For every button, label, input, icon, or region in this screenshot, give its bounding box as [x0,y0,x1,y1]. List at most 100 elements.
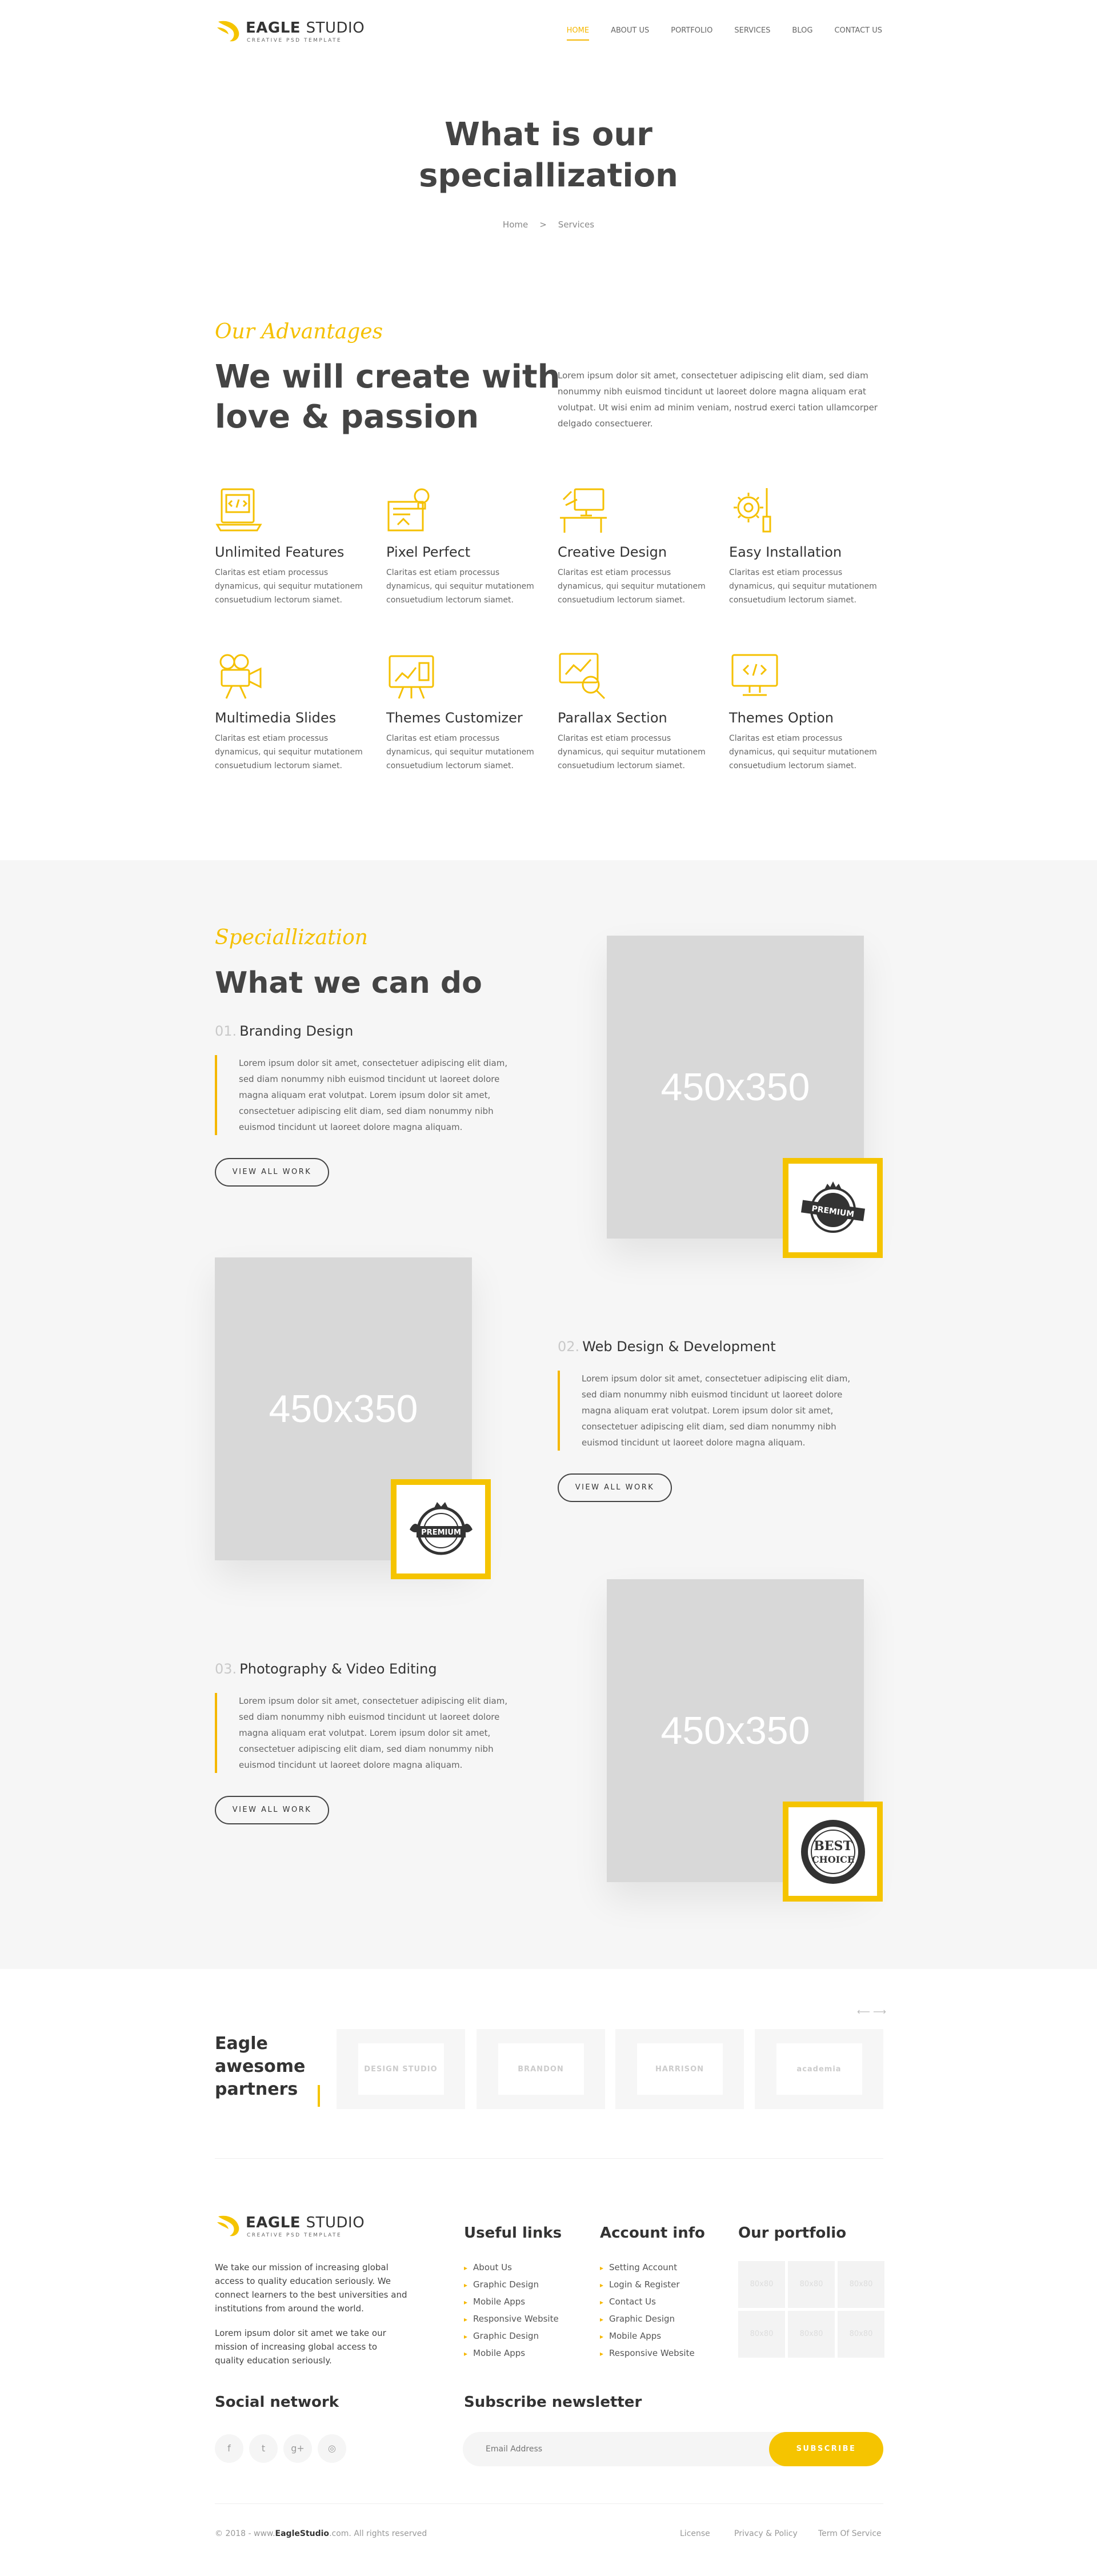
service-heading: 02. Web Design & Development [558,1339,776,1355]
partner-carousel-arrows[interactable]: ⟵ ⟶ [857,2006,886,2017]
footer-link[interactable]: Graphic Design [464,2328,559,2345]
feature-card: Easy Installation Claritas est etiam pro… [729,485,883,607]
brand-logo[interactable]: EAGLE STUDIO CREATIVE PSD TEMPLATE [215,17,369,46]
specialization-section [0,860,1097,1969]
footer-link[interactable]: Responsive Website [600,2345,695,2362]
portfolio-thumb[interactable]: 80x80 [738,2311,785,2358]
footer-link[interactable]: Responsive Website [464,2311,559,2328]
subscribe-button[interactable]: SUBSCRIBE [769,2432,883,2466]
main-nav: HOME ABOUT US PORTFOLIO SERVICES BLOG CO… [545,26,882,41]
feature-text: Claritas est etiam processus dynamicus, … [558,734,706,770]
footer-link[interactable]: Setting Account [600,2259,695,2277]
social-network-title: Social network [215,2394,339,2411]
google-plus-icon[interactable]: g+ [283,2434,312,2463]
footer-link[interactable]: Contact Us [600,2294,695,2311]
partner-logo[interactable]: BRANDON [477,2029,605,2109]
portfolio-thumb[interactable]: 80x80 [788,2261,835,2308]
terms-of-service-link[interactable]: Term Of Service [818,2529,882,2538]
brand-tagline: CREATIVE PSD TEMPLATE [247,2232,342,2238]
instagram-icon[interactable]: ◎ [318,2434,346,2463]
license-link[interactable]: License [680,2529,710,2538]
workspace-desk-icon [560,488,607,533]
advantages-intro: Lorem ipsum dolor sit amet, consectetuer… [558,370,878,429]
footer-brand-logo[interactable]: EAGLE STUDIO CREATIVE PSD TEMPLATE [215,2212,369,2240]
feature-title: Themes Option [729,710,834,726]
footer-about-text-2: Lorem ipsum dolor sit amet we take our m… [215,2328,386,2366]
dashboard-board-icon [389,655,434,699]
footer-link[interactable]: Mobile Apps [464,2294,559,2311]
portfolio-thumb[interactable]: 80x80 [838,2311,884,2358]
partner-logo[interactable]: DESIGN STUDIO [337,2029,465,2109]
portfolio-thumb[interactable]: 80x80 [838,2261,884,2308]
service-text: Lorem ipsum dolor sit amet, consectetuer… [215,1693,512,1773]
feature-card: Parallax Section Claritas est etiam proc… [558,650,712,773]
badge-text-line2: CHOICE [811,1854,854,1865]
nav-about[interactable]: ABOUT US [611,26,649,41]
feature-title: Pixel Perfect [386,544,471,560]
advantages-title: We will create with love & passion [215,358,560,436]
footer-link[interactable]: Login & Register [600,2277,695,2294]
nav-blog[interactable]: BLOG [792,26,812,41]
feature-text: Claritas est etiam processus dynamicus, … [215,568,363,605]
footer-divider [215,2158,883,2159]
feature-card: Creative Design Claritas est etiam proce… [558,485,712,607]
facebook-icon[interactable]: f [215,2434,243,2463]
design-tools-icon [387,488,430,532]
service-text: Lorem ipsum dolor sit amet, consectetuer… [215,1055,512,1135]
nav-home[interactable]: HOME [566,26,590,41]
feature-text: Claritas est etiam processus dynamicus, … [558,568,706,605]
feature-card: Unlimited Features Claritas est etiam pr… [215,485,369,607]
feature-text: Claritas est etiam processus dynamicus, … [215,734,363,770]
service-text: Lorem ipsum dolor sit amet, consectetuer… [558,1371,866,1451]
badge-text: PREMIUM [421,1528,461,1537]
brand-name: EAGLE STUDIO [246,2214,365,2231]
monitor-code-icon [731,654,778,696]
breadcrumb: Home > Services [0,219,1097,230]
breadcrumb-home[interactable]: Home [503,219,528,230]
premium-crest-icon: PREMIUM [409,1501,473,1555]
footer-link[interactable]: About Us [464,2259,559,2277]
brand-name: EAGLE STUDIO [246,19,365,37]
premium-badge: PREMIUM [391,1479,491,1579]
view-all-work-button[interactable]: VIEW ALL WORK [215,1796,329,1824]
feature-title: Parallax Section [558,710,667,726]
feature-title: Multimedia Slides [215,710,337,726]
footer-bottom-divider [215,2503,883,2504]
feature-card: Multimedia Slides Claritas est etiam pro… [215,650,369,773]
specialization-title: What we can do [215,966,482,1000]
footer-about-text: We take our mission of increasing global… [215,2262,407,2314]
partner-logo[interactable]: HARRISON [615,2029,744,2109]
footer-link[interactable]: Mobile Apps [464,2345,559,2362]
useful-links-title: Useful links [464,2224,562,2242]
twitter-icon[interactable]: t [249,2434,278,2463]
partner-logo[interactable]: academia [755,2029,883,2109]
service-heading: 01. Branding Design [215,1023,354,1039]
site-header: EAGLE STUDIO CREATIVE PSD TEMPLATE HOME … [0,0,1097,63]
breadcrumb-current: Services [558,219,595,230]
feature-card: Themes Customizer Claritas est etiam pro… [386,650,541,773]
nav-contact[interactable]: CONTACT US [834,26,882,41]
nav-services[interactable]: SERVICES [734,26,770,41]
gear-wrench-icon [734,488,771,533]
advantages-script-heading: Our Advantages [215,320,383,344]
footer-link[interactable]: Graphic Design [464,2277,559,2294]
footer-link[interactable]: Mobile Apps [600,2328,695,2345]
best-choice-badge: BEST CHOICE [783,1802,883,1902]
view-all-work-button[interactable]: VIEW ALL WORK [558,1473,672,1502]
feature-title: Unlimited Features [215,544,345,560]
footer-link[interactable]: Graphic Design [600,2311,695,2328]
portfolio-thumb[interactable]: 80x80 [738,2261,785,2308]
feature-text: Claritas est etiam processus dynamicus, … [386,734,534,770]
view-all-work-button[interactable]: VIEW ALL WORK [215,1158,329,1187]
specialization-script-heading: Speciallization [215,926,368,949]
eagle-logo-icon [217,21,239,42]
premium-badge: PREMIUM [783,1158,883,1258]
portfolio-thumb[interactable]: 80x80 [788,2311,835,2358]
nav-portfolio[interactable]: PORTFOLIO [671,26,712,41]
privacy-policy-link[interactable]: Privacy & Policy [734,2529,798,2538]
brand-tagline: CREATIVE PSD TEMPLATE [247,38,342,43]
feature-title: Easy Installation [729,544,842,560]
eagle-logo-icon [217,2215,239,2236]
newsletter-title: Subscribe newsletter [464,2394,642,2411]
laptop-code-icon [215,488,262,532]
